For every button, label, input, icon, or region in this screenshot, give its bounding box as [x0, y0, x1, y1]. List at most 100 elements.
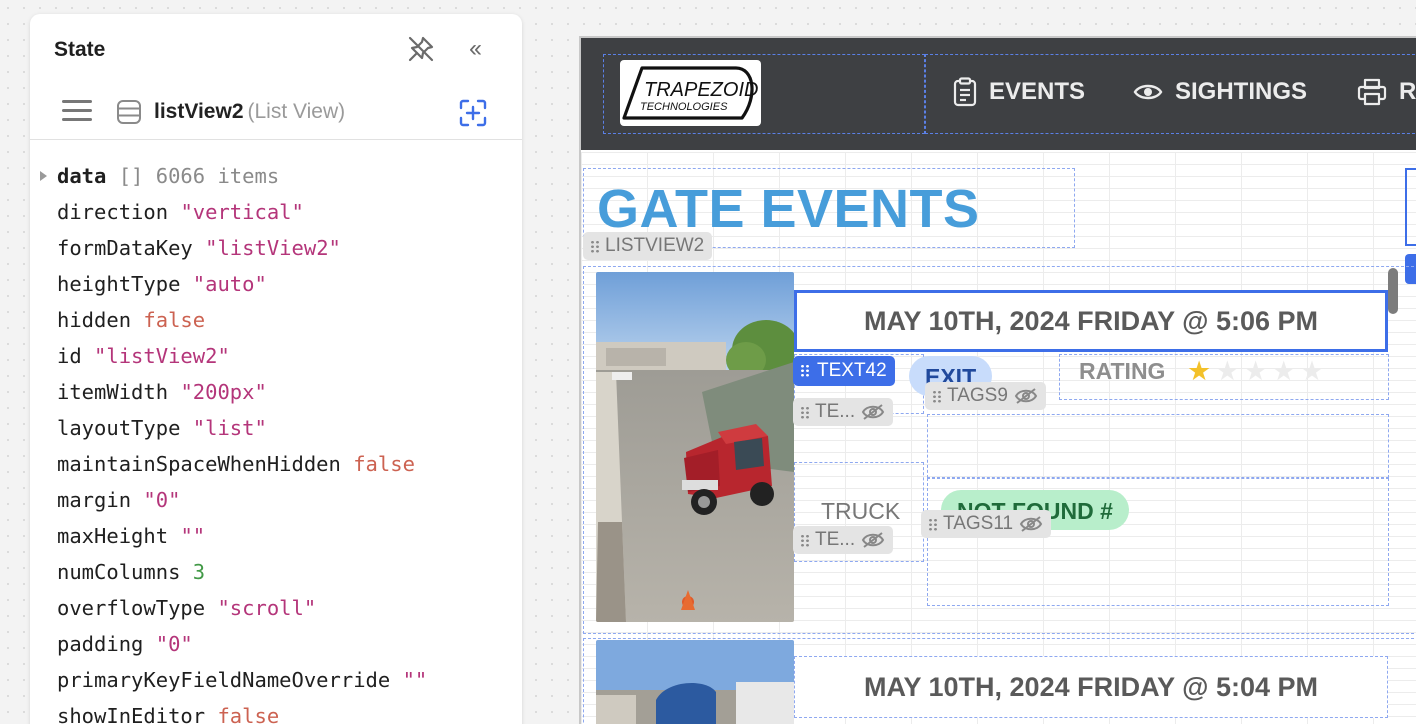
offscreen-component-outline[interactable] — [1405, 168, 1416, 246]
state-property-itemWidth[interactable]: itemWidth "200px" — [57, 380, 267, 410]
property-key: maintainSpaceWhenHidden — [57, 452, 341, 476]
rating-stars[interactable]: ★ ★ ★ ★ ★ — [1187, 356, 1324, 386]
nav-events[interactable]: EVENTS — [953, 74, 1085, 110]
component-database-icon — [117, 100, 141, 124]
star-empty-icon[interactable]: ★ — [1272, 356, 1296, 386]
state-property-primaryKeyFieldNameOverride[interactable]: primaryKeyFieldNameOverride "" — [57, 668, 427, 698]
star-filled-icon[interactable]: ★ — [1187, 356, 1211, 386]
text-tag-1[interactable]: TE... — [793, 398, 894, 426]
state-property-padding[interactable]: padding "0" — [57, 632, 193, 662]
property-key: margin — [57, 488, 132, 512]
clipboard-icon — [953, 77, 977, 107]
property-key: numColumns — [57, 560, 181, 584]
tags9-tag-label: TAGS9 — [947, 385, 1008, 406]
tags9-tag[interactable]: TAGS9 — [925, 382, 1046, 410]
state-property-direction[interactable]: direction "vertical" — [57, 200, 304, 230]
text-tag-2-label: TE... — [815, 529, 856, 550]
tags9-container[interactable] — [927, 414, 1389, 478]
property-value: false — [143, 308, 206, 332]
logo-text-line2: TECHNOLOGIES — [640, 101, 728, 113]
property-key: direction — [57, 200, 169, 224]
listview2-tag[interactable]: LISTVIEW2 — [583, 232, 713, 260]
tags11-tag-label: TAGS11 — [943, 513, 1014, 534]
state-property-maxHeight[interactable]: maxHeight "" — [57, 524, 205, 554]
eye-icon — [1133, 84, 1163, 100]
property-value: "listView2" — [205, 236, 341, 260]
property-value: "" — [180, 524, 206, 548]
text-tag-1-label: TE... — [815, 401, 856, 422]
state-panel-header: State ‹‹ — [30, 14, 522, 86]
state-property-formDataKey[interactable]: formDataKey "listView2" — [57, 236, 341, 266]
state-property-showInEditor[interactable]: showInEditor false — [57, 704, 279, 724]
hamburger-menu-icon[interactable] — [62, 100, 92, 126]
text-tag-2[interactable]: TE... — [793, 526, 894, 554]
event-date-container-2[interactable]: MAY 10TH, 2024 FRIDAY @ 5:04 PM — [794, 656, 1388, 718]
property-key: maxHeight — [57, 524, 169, 548]
property-key: overflowType — [57, 596, 206, 620]
expand-caret-icon[interactable] — [40, 171, 47, 181]
state-property-layoutType[interactable]: layoutType "list" — [57, 416, 267, 446]
property-key: layoutType — [57, 416, 181, 440]
property-value: "list" — [192, 416, 267, 440]
property-value: 3 — [192, 560, 206, 584]
property-key: id — [57, 344, 82, 368]
printer-icon — [1357, 78, 1387, 106]
property-value: "200px" — [180, 380, 267, 404]
select-target-icon[interactable] — [458, 98, 488, 128]
property-key: heightType — [57, 272, 181, 296]
state-property-overflowType[interactable]: overflowType "scroll" — [57, 596, 316, 626]
property-item-count: 6066 items — [155, 164, 280, 188]
list-scrollbar[interactable] — [1388, 268, 1398, 314]
vehicle-photo-2 — [596, 640, 794, 724]
event-date-2: MAY 10TH, 2024 FRIDAY @ 5:04 PM — [863, 671, 1319, 702]
collapse-panel-icon[interactable]: ‹‹ — [460, 36, 488, 64]
text42-tag[interactable]: TEXT42 — [793, 356, 895, 386]
property-value: "" — [402, 668, 428, 692]
property-value: "listView2" — [94, 344, 230, 368]
listview2-tag-label: LISTVIEW2 — [605, 235, 705, 256]
hidden-eye-icon — [861, 532, 885, 548]
property-value: false — [217, 704, 280, 724]
property-key: primaryKeyFieldNameOverride — [57, 668, 391, 692]
logo-text-line1: TRAPEZOID — [644, 79, 758, 101]
event-date: MAY 10TH, 2024 FRIDAY @ 5:06 PM — [863, 305, 1319, 336]
event-date-container[interactable]: MAY 10TH, 2024 FRIDAY @ 5:06 PM — [794, 290, 1388, 352]
state-property-hidden[interactable]: hidden false — [57, 308, 205, 338]
property-value: "vertical" — [180, 200, 304, 224]
state-property-maintainSpaceWhenHidden[interactable]: maintainSpaceWhenHidden false — [57, 452, 415, 482]
state-panel-title: State — [54, 38, 106, 61]
component-type: (List View) — [247, 100, 346, 123]
tags11-tag[interactable]: TAGS11 — [921, 510, 1052, 538]
nav-sightings[interactable]: SIGHTINGS — [1133, 74, 1307, 110]
property-key: hidden — [57, 308, 132, 332]
state-property-numColumns[interactable]: numColumns 3 — [57, 560, 205, 590]
property-value: false — [353, 452, 415, 476]
hidden-eye-icon — [861, 404, 885, 420]
star-empty-icon[interactable]: ★ — [1300, 356, 1324, 386]
property-key: formDataKey — [57, 236, 193, 260]
state-property-heightType[interactable]: heightType "auto" — [57, 272, 267, 302]
star-empty-icon[interactable]: ★ — [1215, 356, 1239, 386]
property-key: padding — [57, 632, 144, 656]
property-value: [] — [118, 164, 144, 188]
state-property-margin[interactable]: margin "0" — [57, 488, 180, 518]
rating-label: RATING — [1079, 358, 1166, 384]
property-value: "auto" — [192, 272, 267, 296]
star-empty-icon[interactable]: ★ — [1243, 356, 1267, 386]
nav-reports[interactable]: RE — [1357, 74, 1416, 110]
nav-sightings-label: SIGHTINGS — [1175, 78, 1308, 105]
vehicle-photo — [596, 272, 794, 622]
state-property-id[interactable]: id "listView2" — [57, 344, 230, 374]
trapezoid-logo: TRAPEZOID TECHNOLOGIES — [620, 60, 761, 126]
nav-events-label: EVENTS — [989, 78, 1086, 105]
property-value: "scroll" — [217, 596, 317, 620]
hidden-eye-icon — [1014, 388, 1038, 404]
state-panel: State ‹‹ listView2 (List View) data [] 6… — [30, 14, 522, 724]
property-value: "0" — [155, 632, 193, 656]
app-header: TRAPEZOID TECHNOLOGIES EVENTS SIGHTINGS — [581, 38, 1416, 150]
unpin-icon[interactable] — [406, 34, 436, 64]
state-property-data[interactable]: data [] 6066 items — [40, 164, 280, 194]
app-preview-canvas: TRAPEZOID TECHNOLOGIES EVENTS SIGHTINGS — [579, 36, 1416, 724]
component-name: listView2 (List View) — [154, 100, 345, 124]
property-key: showInEditor — [57, 704, 206, 724]
